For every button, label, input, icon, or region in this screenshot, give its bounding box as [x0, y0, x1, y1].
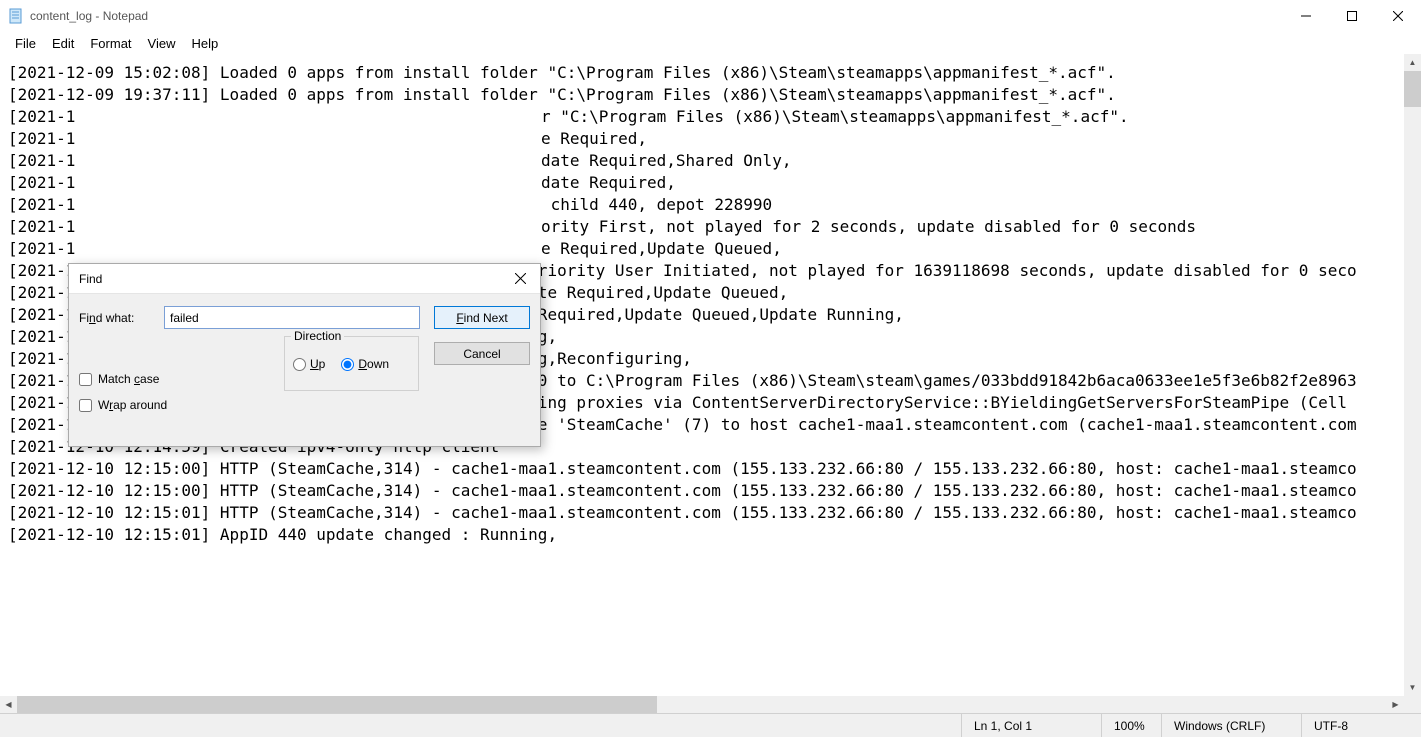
direction-down-radio[interactable]: Down: [341, 357, 389, 371]
close-button[interactable]: [1375, 0, 1421, 32]
menu-view[interactable]: View: [140, 34, 184, 53]
menubar: File Edit Format View Help: [0, 32, 1421, 54]
find-what-label: Find what:: [79, 311, 164, 325]
dialog-close-button[interactable]: [500, 264, 540, 294]
dialog-titlebar[interactable]: Find: [69, 264, 540, 294]
scroll-right-button[interactable]: ▶: [1387, 696, 1404, 713]
menu-help[interactable]: Help: [183, 34, 226, 53]
notepad-icon: [8, 8, 24, 24]
status-position: Ln 1, Col 1: [961, 714, 1101, 737]
cancel-button[interactable]: Cancel: [434, 342, 530, 365]
content-area: [2021-12-09 15:02:08] Loaded 0 apps from…: [0, 54, 1421, 713]
dialog-title: Find: [79, 272, 500, 286]
match-case-checkbox[interactable]: Match case: [79, 372, 167, 386]
vertical-scrollbar[interactable]: ▲ ▼: [1404, 54, 1421, 696]
status-encoding: UTF-8: [1301, 714, 1421, 737]
window-title: content_log - Notepad: [30, 9, 1283, 23]
status-zoom: 100%: [1101, 714, 1161, 737]
direction-label: Direction: [291, 329, 344, 343]
horizontal-scrollbar[interactable]: ◀ ▶: [0, 696, 1404, 713]
statusbar: Ln 1, Col 1 100% Windows (CRLF) UTF-8: [0, 713, 1421, 737]
minimize-button[interactable]: [1283, 0, 1329, 32]
find-next-button[interactable]: Find Next: [434, 306, 530, 329]
vscroll-thumb[interactable]: [1404, 71, 1421, 107]
titlebar: content_log - Notepad: [0, 0, 1421, 32]
menu-file[interactable]: File: [7, 34, 44, 53]
wrap-around-checkbox[interactable]: Wrap around: [79, 398, 167, 412]
menu-format[interactable]: Format: [82, 34, 139, 53]
scroll-down-button[interactable]: ▼: [1404, 679, 1421, 696]
menu-edit[interactable]: Edit: [44, 34, 82, 53]
direction-up-radio[interactable]: Up: [293, 357, 325, 371]
scroll-corner: [1404, 696, 1421, 713]
status-eol: Windows (CRLF): [1161, 714, 1301, 737]
scroll-left-button[interactable]: ◀: [0, 696, 17, 713]
direction-group: Direction Up Down: [284, 336, 419, 391]
hscroll-thumb[interactable]: [17, 696, 657, 713]
find-what-input[interactable]: [164, 306, 420, 329]
scroll-up-button[interactable]: ▲: [1404, 54, 1421, 71]
maximize-button[interactable]: [1329, 0, 1375, 32]
find-dialog: Find Find what: Find Next Cancel Directi…: [68, 263, 541, 447]
